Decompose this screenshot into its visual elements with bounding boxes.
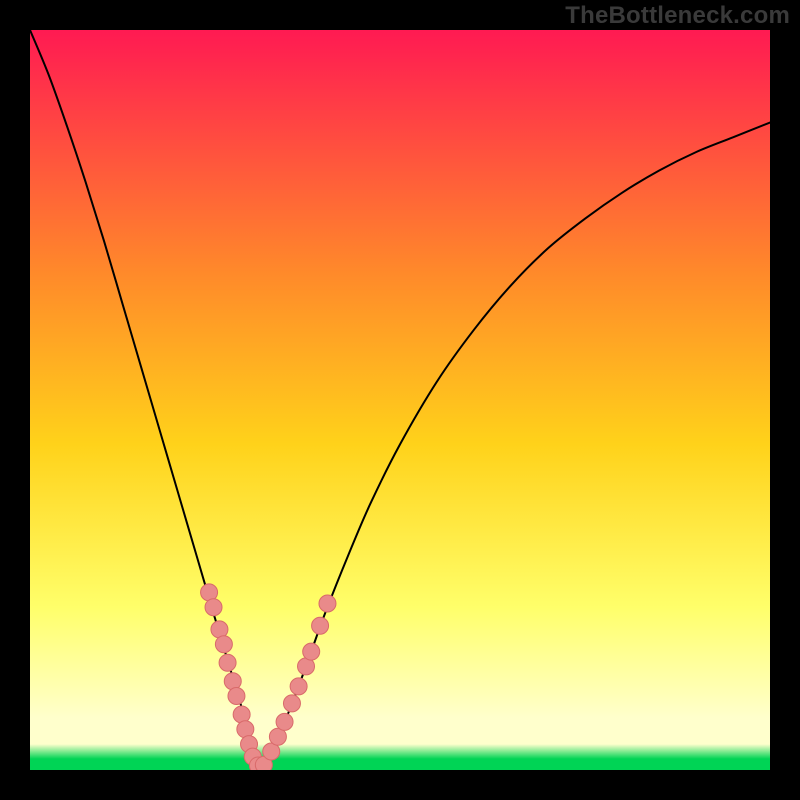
curve-marker: [319, 595, 336, 612]
curve-marker: [215, 636, 232, 653]
chart-stage: TheBottleneck.com: [0, 0, 800, 800]
curve-marker: [224, 673, 241, 690]
curve-marker: [205, 599, 222, 616]
curve-marker: [219, 654, 236, 671]
plot-area: [30, 30, 770, 770]
curve-marker: [312, 617, 329, 634]
curve-marker: [228, 688, 245, 705]
curve-marker: [276, 713, 293, 730]
chart-svg: [30, 30, 770, 770]
gradient-background: [30, 30, 770, 770]
watermark-text: TheBottleneck.com: [565, 2, 790, 30]
curve-marker: [290, 678, 307, 695]
curve-marker: [303, 643, 320, 660]
curve-marker: [233, 706, 250, 723]
curve-marker: [283, 695, 300, 712]
curve-marker: [237, 721, 254, 738]
